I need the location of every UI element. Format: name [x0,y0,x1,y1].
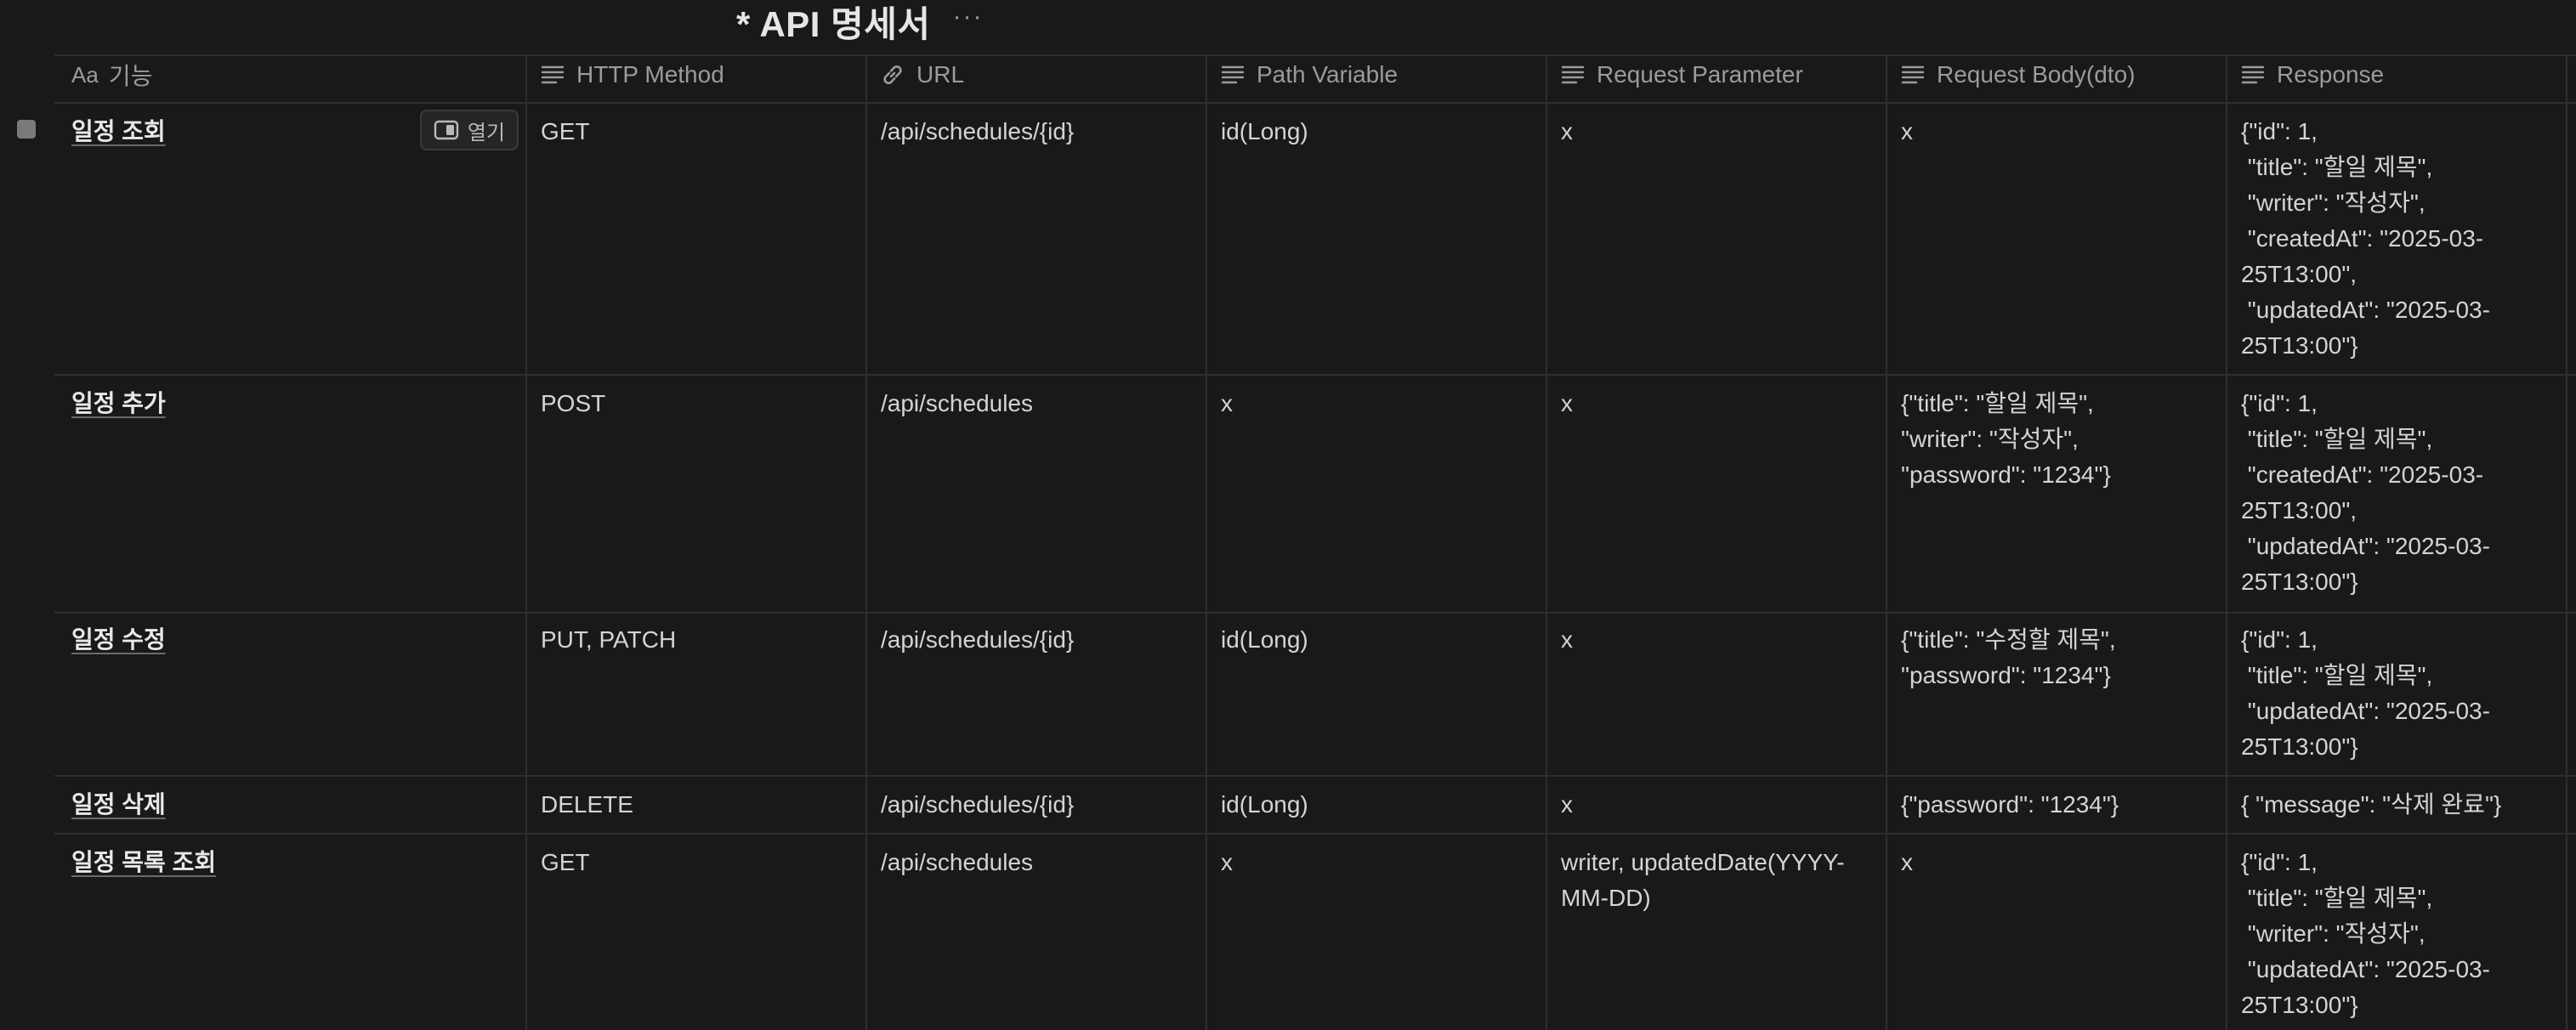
row-name[interactable]: 일정 조회 [71,114,166,150]
cell-path-variable[interactable]: id(Long) [1221,114,1308,150]
column-header-label: Request Parameter [1597,61,1803,88]
column-divider[interactable] [2566,54,2567,1030]
cell-path-variable[interactable]: id(Long) [1221,787,1308,823]
row-divider [54,775,2576,777]
cell-request-body[interactable]: {"title": "할일 제목", "writer": "작성자", "pas… [1901,386,2111,493]
cell-response[interactable]: {"id": 1, "title": "할일 제목", "createdAt":… [2241,386,2490,600]
text-lines-icon [1899,61,1926,88]
side-peek-icon [434,120,459,140]
cell-url[interactable]: /api/schedules/{id} [881,622,1074,658]
text-lines-icon [539,61,566,88]
column-header-http-method[interactable]: HTTP Method [539,54,724,95]
open-page-button[interactable]: 열기 [420,110,519,150]
cell-request-body[interactable]: {"password": "1234"} [1901,787,2119,823]
text-lines-icon [1559,61,1586,88]
header-bottom-divider [54,102,2576,104]
row-name[interactable]: 일정 목록 조회 [71,845,216,880]
column-divider[interactable] [2226,54,2227,1030]
column-divider[interactable] [1206,54,1207,1030]
cell-path-variable[interactable]: id(Long) [1221,622,1308,658]
cell-method[interactable]: GET [541,845,590,880]
cell-request-parameter[interactable]: x [1561,114,1573,150]
cell-method[interactable]: GET [541,114,590,150]
cell-method[interactable]: DELETE [541,787,633,823]
column-header-label: Response [2277,61,2385,88]
cell-request-body[interactable]: x [1901,845,1913,880]
column-header-request-parameter[interactable]: Request Parameter [1559,54,1803,95]
row-divider [54,374,2576,376]
title-icon: Aa [71,61,99,88]
cell-request-parameter[interactable]: x [1561,622,1573,658]
row-divider [54,833,2576,835]
cell-request-parameter[interactable]: x [1561,787,1573,823]
link-icon [879,61,906,88]
column-divider[interactable] [1546,54,1547,1030]
cell-request-body[interactable]: x [1901,114,1913,150]
cell-response[interactable]: {"id": 1, "title": "할일 제목", "writer": "작… [2241,845,2490,1023]
cell-response[interactable]: {"id": 1, "title": "할일 제목", "updatedAt":… [2241,622,2490,765]
api-spec-table: Aa 기능 HTTP Method URL Path Variable Requ… [0,0,2576,1030]
column-header-feature[interactable]: Aa 기능 [71,54,152,95]
column-header-response[interactable]: Response [2239,54,2384,95]
column-header-url[interactable]: URL [879,54,964,95]
cell-response[interactable]: {"id": 1, "title": "할일 제목", "writer": "작… [2241,114,2490,364]
cell-method[interactable]: POST [541,386,605,422]
cell-url[interactable]: /api/schedules/{id} [881,787,1074,823]
row-name[interactable]: 일정 추가 [71,386,166,422]
row-select-checkbox[interactable] [17,120,36,139]
cell-path-variable[interactable]: x [1221,386,1233,422]
text-lines-icon [2239,61,2267,88]
column-header-label: Path Variable [1257,61,1399,88]
cell-url[interactable]: /api/schedules [881,386,1033,422]
column-divider[interactable] [1886,54,1887,1030]
cell-url[interactable]: /api/schedules [881,845,1033,880]
open-page-label: 열기 [467,121,506,144]
column-header-label: 기능 [108,63,153,89]
cell-request-body[interactable]: {"title": "수정할 제목", "password": "1234"} [1901,622,2116,693]
text-lines-icon [1219,61,1246,88]
cell-url[interactable]: /api/schedules/{id} [881,114,1074,150]
cell-response[interactable]: { "message": "삭제 완료"} [2241,787,2501,823]
column-divider[interactable] [865,54,867,1030]
column-header-label: URL [916,61,965,88]
row-divider [54,612,2576,614]
cell-request-parameter[interactable]: x [1561,386,1573,422]
cell-request-parameter[interactable]: writer, updatedDate(YYYY- MM-DD) [1561,845,1845,916]
cell-method[interactable]: PUT, PATCH [541,622,676,658]
cell-path-variable[interactable]: x [1221,845,1233,880]
column-header-label: HTTP Method [576,61,724,88]
column-header-label: Request Body(dto) [1937,61,2136,88]
column-divider[interactable] [525,54,527,1030]
column-header-path-variable[interactable]: Path Variable [1219,54,1398,95]
row-name[interactable]: 일정 수정 [71,622,166,658]
column-header-request-body[interactable]: Request Body(dto) [1899,54,2135,95]
row-name[interactable]: 일정 삭제 [71,787,166,823]
